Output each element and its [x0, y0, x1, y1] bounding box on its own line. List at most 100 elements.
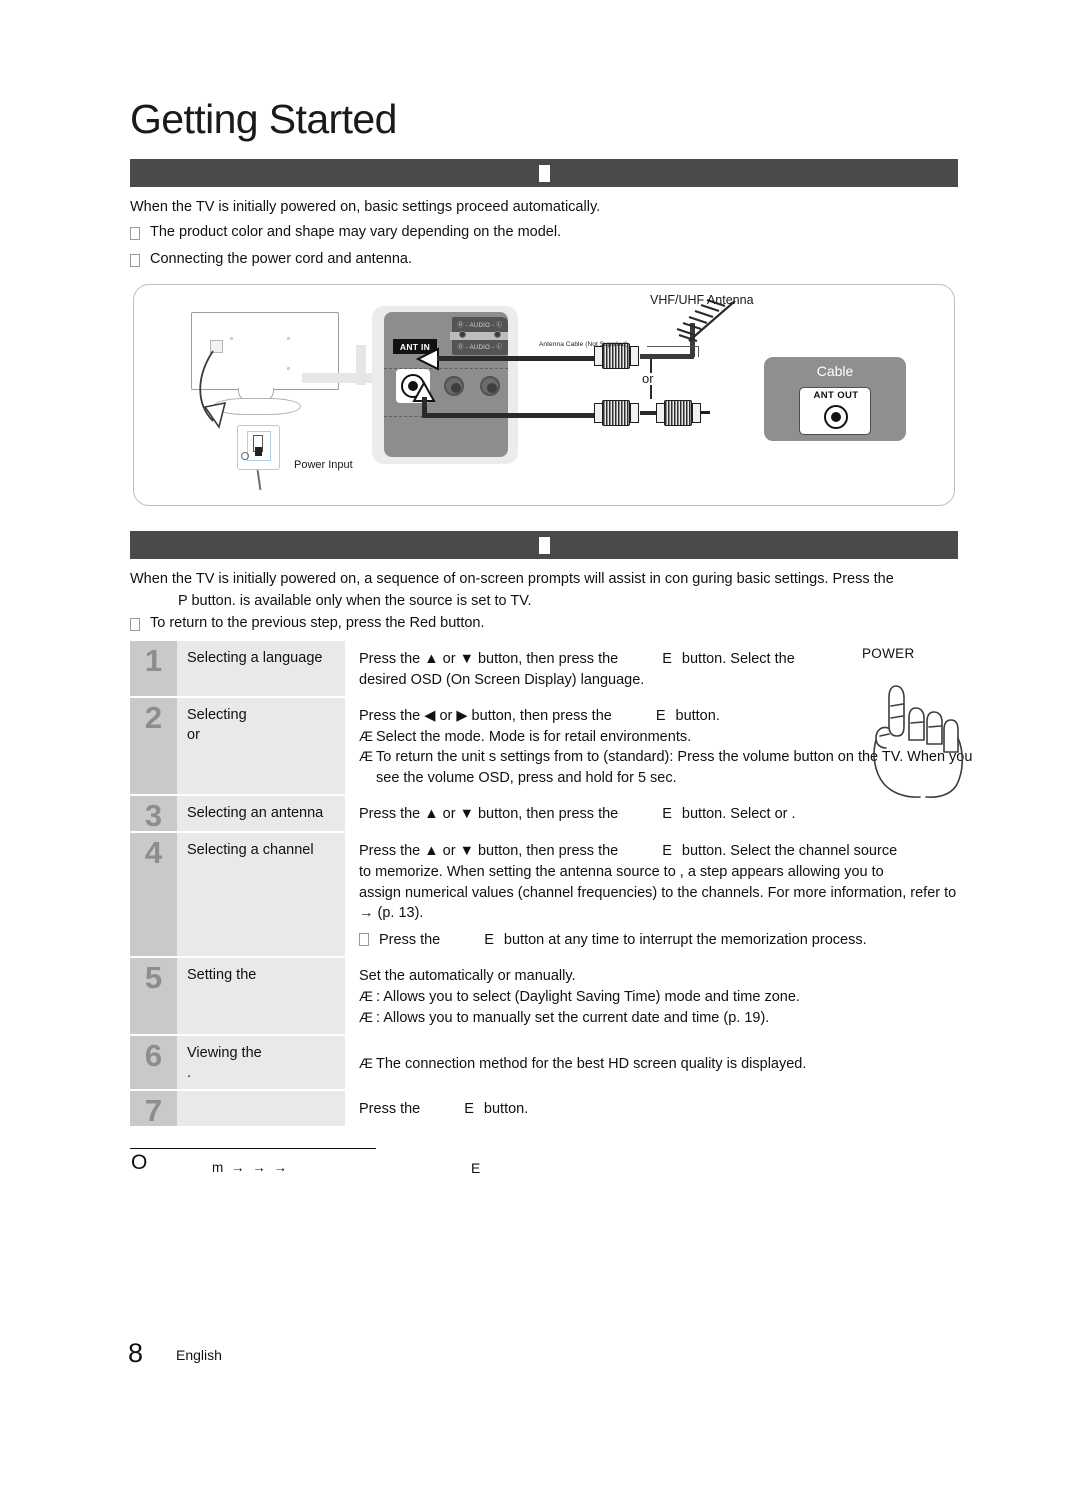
setup-steps-table: 1 Selecting a language Press the ▲ or ▼ … — [130, 641, 975, 1127]
bullet-text: Connecting the power cord and antenna. — [150, 251, 412, 267]
step-body-tail: button. — [483, 1101, 529, 1118]
footnote-marker: O — [131, 1151, 148, 1174]
power-cord — [256, 469, 262, 491]
enter-token: E — [464, 1101, 474, 1118]
av-jack — [480, 376, 500, 396]
step-body-text: Press the ▲ or ▼ button, then press the — [359, 651, 619, 667]
table-row: 6 Viewing the . Æ The connection method … — [130, 1036, 975, 1090]
step-label: Viewing the . — [177, 1036, 345, 1090]
table-row: 2 Selecting or Press the ◀ or ▶ button, … — [130, 698, 975, 795]
initial-setup-intro: When the TV is initially powered on, bas… — [130, 199, 601, 215]
vhf-uhf-antenna-label: VHF/UHF Antenna — [650, 293, 754, 307]
coax-connector — [594, 400, 640, 426]
step-label: Selecting a language — [177, 641, 345, 697]
connection-diagram: Power Input Ⓡ - AUDIO - Ⓛ Ⓡ - AUDIO - Ⓛ … — [133, 284, 955, 506]
plug-and-play-intro-line2: P button. is available only when the sou… — [178, 593, 532, 609]
table-row: 3 Selecting an antenna Press the ▲ or ▼ … — [130, 796, 975, 832]
enter-token: E — [662, 651, 672, 667]
step-number: 5 — [130, 958, 177, 1035]
power-arrow-icon — [199, 350, 227, 429]
square-bullet-icon — [130, 254, 140, 267]
power-input-label: Power Input — [294, 459, 353, 471]
square-bullet-icon — [130, 227, 140, 240]
step-sub-text: Select the mode. Mode is for retail envi… — [376, 728, 692, 745]
cable-box-illustration: Cable ANT OUT — [764, 357, 906, 441]
step-body-pre: Press the — [359, 1101, 421, 1118]
ae-marker-icon: Æ — [359, 987, 373, 1004]
step-body-text: Press the ▲ or ▼ button, then press the — [359, 806, 619, 823]
step-label — [177, 1091, 345, 1127]
step-body-text: → (p. 13). — [359, 905, 424, 922]
pointing-hand-icon — [873, 685, 964, 798]
or-label-diagram: or — [642, 371, 654, 386]
audio-jack-label-top: Ⓡ - AUDIO - Ⓛ — [457, 323, 503, 329]
ant-out-plate: ANT OUT — [799, 387, 871, 435]
step-body: Æ The connection method for the best HD … — [345, 1036, 975, 1090]
initial-setup-bullet-1: Connecting the power cord and antenna. — [130, 251, 412, 267]
bullet-text: To return to the previous step, press th… — [150, 615, 485, 631]
step-body-text: to memorize. When setting the antenna so… — [359, 864, 884, 881]
enter-token: E — [484, 931, 494, 948]
step-body-text: Set the automatically or manually. — [359, 968, 576, 985]
ae-marker-icon: Æ — [359, 727, 373, 744]
coax-connector-male — [656, 400, 710, 426]
step-note-pre: Press the — [379, 931, 441, 948]
section-bar-initial-setup — [130, 159, 958, 187]
power-button-label: POWER — [862, 646, 915, 661]
section-bar-plug-and-play — [130, 531, 958, 559]
step-number: 2 — [130, 698, 177, 795]
footnote-rule — [130, 1148, 376, 1149]
step-body: Press the ▲ or ▼ button, then press the E… — [345, 833, 975, 957]
tv-port-panel: Ⓡ - AUDIO - Ⓛ Ⓡ - AUDIO - Ⓛ ANT IN — [384, 312, 508, 457]
step-label-line2: . — [187, 1064, 192, 1081]
footnote-enter-token: E — [471, 1160, 481, 1176]
table-row: 4 Selecting a channel Press the ▲ or ▼ b… — [130, 833, 975, 957]
antenna-cable-label: Antenna Cable (Not Supplied) — [539, 341, 629, 348]
step-body: Set the automatically or manually. Æ : A… — [345, 958, 975, 1035]
table-row: 7 Press the Ebutton. — [130, 1091, 975, 1127]
step-body-tail: button. Select the channel source — [681, 843, 898, 860]
plug-and-play-intro-line1: When the TV is initially powered on, a s… — [130, 571, 894, 587]
ae-marker-icon: Æ — [359, 748, 373, 765]
callout-arm — [302, 373, 382, 383]
table-row: 5 Setting the Set the automatically or m… — [130, 958, 975, 1035]
step-number: 7 — [130, 1091, 177, 1127]
step-sub-text: : Allows you to select (Daylight Saving … — [376, 988, 800, 1005]
step-body: Press the ▲ or ▼ button, then press the E… — [345, 796, 975, 832]
step-note: Press the Ebutton at any time to interrup… — [359, 930, 975, 951]
step-body-text: Press the ▲ or ▼ button, then press the — [359, 843, 619, 860]
step-label: Selecting an antenna — [177, 796, 345, 832]
step-sub-text: : Allows you to manually set the current… — [376, 1009, 770, 1026]
step-sub-text: The connection method for the best HD sc… — [376, 1056, 807, 1073]
step-body-tail: button. Select or . — [681, 806, 796, 823]
page-title: Getting Started — [130, 96, 397, 142]
page-number: 8 — [128, 1338, 144, 1368]
step-label: Selecting or — [177, 698, 345, 795]
enter-token: E — [662, 806, 672, 823]
missing-glyph-box-icon — [538, 164, 550, 182]
bullet-text: The product color and shape may vary dep… — [150, 224, 562, 240]
page-language: English — [176, 1347, 222, 1363]
ant-out-label: ANT OUT — [813, 390, 859, 401]
plug-and-play-bullet-0: To return to the previous step, press th… — [130, 615, 485, 631]
callout-arm-vertical — [356, 345, 366, 385]
step-number: 1 — [130, 641, 177, 697]
step-body-tail: button. Select the — [681, 651, 795, 667]
missing-glyph-box-icon — [538, 536, 550, 554]
square-bullet-icon — [359, 932, 369, 946]
step-sub-item: Æ : Allows you to manually set the curre… — [359, 1008, 975, 1029]
step-sub-item: Æ : Allows you to select (Daylight Savin… — [359, 987, 975, 1008]
step-body-text: assign numerical values (channel frequen… — [359, 884, 957, 901]
power-input-illustration — [237, 425, 280, 470]
initial-setup-bullet-0: The product color and shape may vary dep… — [130, 224, 561, 240]
step-label-line2: or — [187, 726, 200, 743]
step-number: 3 — [130, 796, 177, 832]
step-label: Setting the — [177, 958, 345, 1035]
av-jack — [444, 376, 464, 396]
step-sub-item: Æ The connection method for the best HD … — [359, 1054, 975, 1075]
footnote-sequence: m → → → — [212, 1160, 289, 1175]
table-row: 1 Selecting a language Press the ▲ or ▼ … — [130, 641, 975, 697]
step-body: Press the Ebutton. — [345, 1091, 975, 1127]
step-number: 4 — [130, 833, 177, 957]
step-note-post: button at any time to interrupt the memo… — [503, 931, 867, 948]
